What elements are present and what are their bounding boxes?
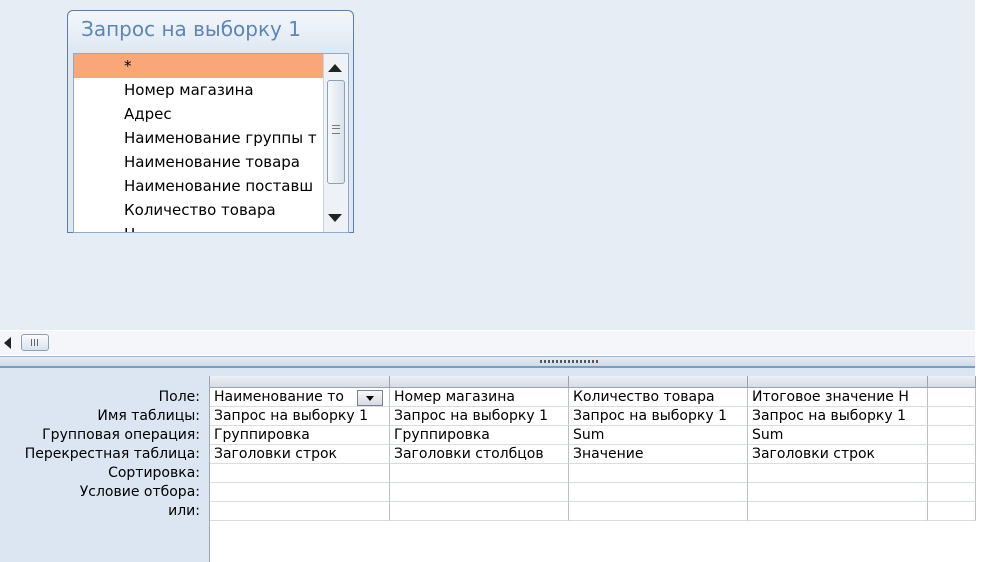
field-item[interactable]: Наименование поставш xyxy=(74,174,324,198)
grid-cell-field[interactable]: Итоговое значение Н xyxy=(748,388,928,407)
field-item-all[interactable]: * xyxy=(74,54,324,78)
scroll-left-arrow-icon[interactable] xyxy=(4,337,11,349)
grid-cell-field[interactable]: Номер магазина xyxy=(390,388,569,407)
splitter-grip-icon xyxy=(540,360,598,363)
row-label-sort: Сортировка: xyxy=(108,465,200,481)
grid-cell-criteria[interactable] xyxy=(390,483,569,502)
grid-cell-crosstab[interactable]: Заголовки строк xyxy=(210,445,390,464)
grid-cell-group[interactable]: Группировка xyxy=(390,426,569,445)
grid-cell-crosstab[interactable]: Заголовки столбцов xyxy=(390,445,569,464)
field-item[interactable]: Количество товара xyxy=(74,198,324,222)
grid-cell-table[interactable]: Запрос на выборку 1 xyxy=(390,407,569,426)
grid-cell-table[interactable]: Запрос на выборку 1 xyxy=(569,407,748,426)
column-selector[interactable] xyxy=(210,376,390,388)
grid-cell-sort[interactable] xyxy=(748,464,928,483)
column-selector[interactable] xyxy=(569,376,748,388)
grid-cell-table[interactable]: Запрос на выборку 1 xyxy=(210,407,390,426)
grid-cell-group[interactable]: Группировка xyxy=(210,426,390,445)
column-selector[interactable] xyxy=(390,376,569,388)
grid-cell-group[interactable] xyxy=(928,426,976,445)
scroll-up-arrow-icon[interactable] xyxy=(328,64,342,72)
grid-cell-sort[interactable] xyxy=(569,464,748,483)
grid-cell-table[interactable]: Запрос на выборку 1 xyxy=(748,407,928,426)
grid-cell-criteria[interactable] xyxy=(928,483,976,502)
field-list-scrollbar[interactable] xyxy=(323,54,348,232)
grid-cell-or[interactable] xyxy=(928,502,976,521)
field-item[interactable]: Адрес xyxy=(74,102,324,126)
grid-cell-or[interactable] xyxy=(748,502,928,521)
grid-cell-field[interactable] xyxy=(928,388,976,407)
grid-cell-or[interactable] xyxy=(390,502,569,521)
query-design-pane: Запрос на выборку 1 * Номер магазина Адр… xyxy=(0,0,975,330)
grid-cell-criteria[interactable] xyxy=(748,483,928,502)
field-list-title: Запрос на выборку 1 xyxy=(81,17,301,41)
row-label-criteria: Условие отбора: xyxy=(79,484,200,500)
scroll-down-arrow-icon[interactable] xyxy=(328,214,342,222)
grid-cell-criteria[interactable] xyxy=(210,483,390,502)
field-item[interactable]: Наименование группы т xyxy=(74,126,324,150)
grip-icon xyxy=(332,125,340,134)
row-label-or: или: xyxy=(168,503,200,519)
table-field-list[interactable]: Запрос на выборку 1 * Номер магазина Адр… xyxy=(67,10,354,233)
column-selector[interactable] xyxy=(928,376,976,388)
horizontal-scroll-thumb[interactable] xyxy=(21,334,49,351)
grid-cell-crosstab[interactable]: Значение xyxy=(569,445,748,464)
field-list-body: * Номер магазина Адрес Наименование груп… xyxy=(73,53,349,233)
field-item[interactable]: Ц xyxy=(74,222,324,232)
row-label-table: Имя таблицы: xyxy=(97,408,200,424)
grid-cell-crosstab[interactable]: Заголовки строк xyxy=(748,445,928,464)
grid-cell-sort[interactable] xyxy=(928,464,976,483)
grid-cell-or[interactable] xyxy=(210,502,390,521)
pane-splitter[interactable] xyxy=(0,356,975,368)
field-dropdown-button[interactable] xyxy=(357,390,383,406)
grid-cell-sort[interactable] xyxy=(390,464,569,483)
grip-icon xyxy=(31,339,39,346)
grid-cell-group[interactable]: Sum xyxy=(748,426,928,445)
grid-cell-field[interactable]: Количество товара xyxy=(569,388,748,407)
chevron-down-icon xyxy=(366,396,374,401)
grid-cell-or[interactable] xyxy=(569,502,748,521)
grid-cell-crosstab[interactable] xyxy=(928,445,976,464)
row-label-group: Групповая операция: xyxy=(42,427,200,443)
query-design-grid: Наименование то Запрос на выборку 1 Груп… xyxy=(209,376,976,562)
grid-cell-sort[interactable] xyxy=(210,464,390,483)
scroll-thumb[interactable] xyxy=(327,80,345,184)
row-label-crosstab: Перекрестная таблица: xyxy=(24,446,200,462)
field-item[interactable]: Наименование товара xyxy=(74,150,324,174)
horizontal-scrollbar[interactable] xyxy=(0,331,975,355)
grid-cell-table[interactable] xyxy=(928,407,976,426)
grid-cell-group[interactable]: Sum xyxy=(569,426,748,445)
window-edge xyxy=(975,0,993,562)
grid-cell-criteria[interactable] xyxy=(569,483,748,502)
row-label-field: Поле: xyxy=(158,389,200,405)
column-selector[interactable] xyxy=(748,376,928,388)
field-item[interactable]: Номер магазина xyxy=(74,78,324,102)
